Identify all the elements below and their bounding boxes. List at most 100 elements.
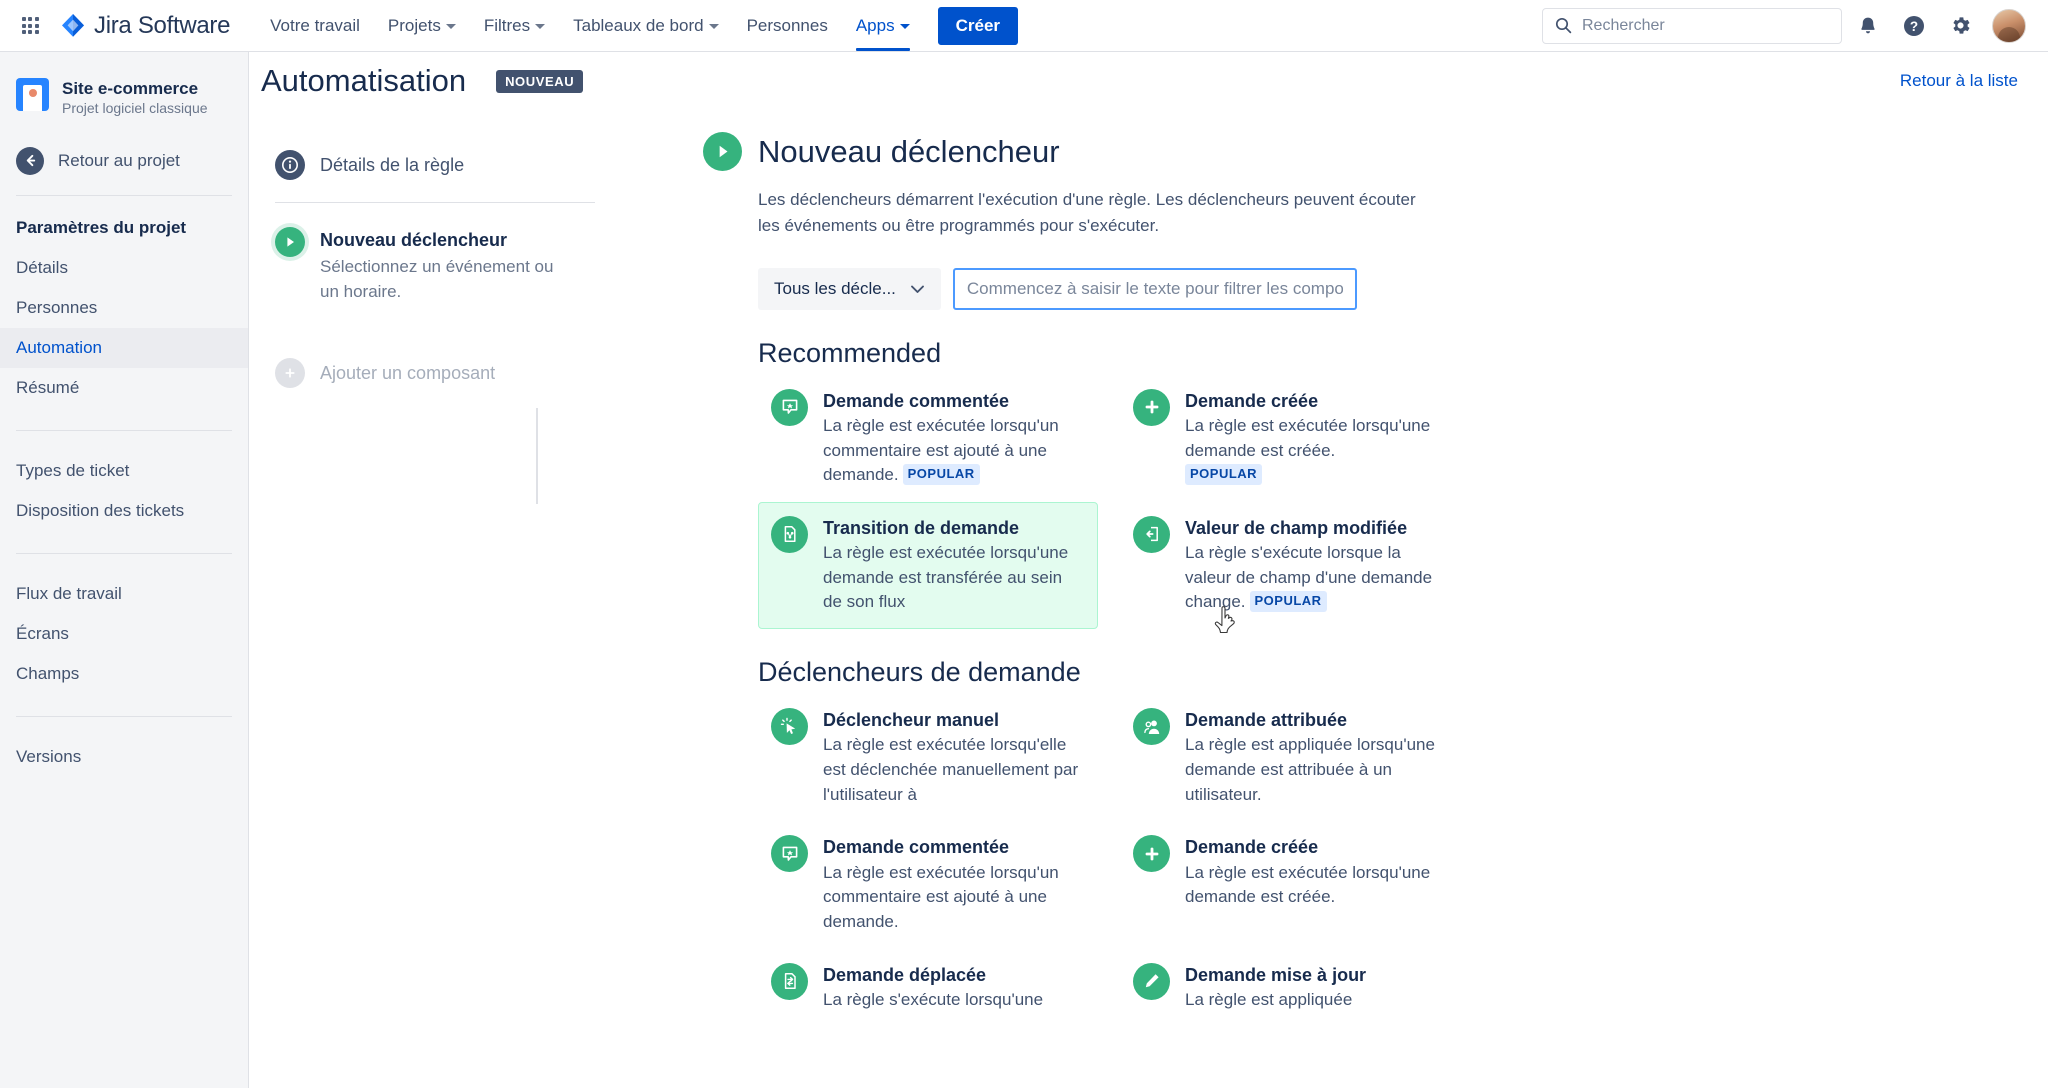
nav-item-projets[interactable]: Projets [374, 0, 470, 51]
nav-item-filtres[interactable]: Filtres [470, 0, 559, 51]
trigger-card-demande-commentee[interactable]: Demande commentée La règle est exécutée … [758, 375, 1098, 502]
trigger-card-transition-de-demande[interactable]: Transition de demande La règle est exécu… [758, 501, 1098, 630]
nav-item-personnes[interactable]: Personnes [733, 0, 842, 51]
sidebar-item-flux-de-travail[interactable]: Flux de travail [0, 574, 248, 614]
back-to-project-link[interactable]: Retour au projet [0, 133, 248, 193]
section-heading-recommended: Recommended [758, 337, 942, 368]
brand-name: Jira Software [94, 11, 231, 39]
jira-brand-home-link[interactable]: Jira Software [54, 8, 236, 44]
sidebar-item-versions[interactable]: Versions [0, 737, 248, 777]
nav-right-actions: Rechercher ? [1542, 6, 2034, 46]
settings-gear-button[interactable] [1940, 6, 1980, 46]
new-badge: NOUVEAU [496, 69, 584, 93]
trigger-card-description: La règle s'exécute lorsque la valeur de … [1185, 543, 1433, 613]
request-triggers-cards-grid: Déclencheur manuel La règle est exécutée… [758, 694, 2048, 1026]
project-sidebar: Site e-commerce Projet logiciel classiqu… [0, 52, 249, 1088]
assignee-icon [1133, 708, 1170, 746]
sidebar-item-types-de-ticket[interactable]: Types de ticket [0, 451, 248, 491]
nav-item-label: Apps [855, 15, 895, 35]
jira-logo-icon [60, 13, 86, 39]
notifications-button[interactable] [1848, 6, 1888, 46]
sidebar-gap-2 [0, 431, 248, 451]
sidebar-item-disposition-des-tickets[interactable]: Disposition des tickets [0, 491, 248, 531]
sidebar-item-automation[interactable]: Automation [0, 327, 248, 368]
trigger-card-description: La règle est exécutée lorsqu'une demande… [1185, 862, 1431, 907]
back-to-project-label: Retour au projet [58, 150, 180, 170]
plus-icon [1133, 388, 1170, 426]
sidebar-item-resume[interactable]: Résumé [0, 368, 248, 408]
back-to-list-link[interactable]: Retour à la liste [1900, 71, 2018, 91]
info-icon [275, 150, 305, 180]
trigger-card-title: Demande créée [1185, 837, 1319, 858]
search-icon [1555, 17, 1572, 34]
trigger-card-description: La règle est exécutée lorsqu'une demande… [823, 543, 1069, 612]
chevron-down-icon [445, 24, 456, 29]
move-icon [771, 962, 808, 1000]
trigger-card-title: Déclencheur manuel [823, 710, 1000, 731]
rule-details-row[interactable]: Détails de la règle [261, 138, 690, 192]
trigger-card-description: La règle est exécutée lorsqu'un commenta… [823, 862, 1059, 931]
rule-trigger-title: Nouveau déclencheur [320, 230, 508, 250]
trigger-card-title: Demande créée [1185, 390, 1319, 411]
nav-item-votre-travail[interactable]: Votre travail [256, 0, 374, 51]
sidebar-gap-4 [0, 554, 248, 574]
trigger-card-description: La règle est exécutée lorsqu'elle est dé… [823, 735, 1079, 804]
sidebar-item-ecrans[interactable]: Écrans [0, 614, 248, 654]
trigger-card-title: Demande commentée [823, 390, 1010, 411]
chevron-down-icon [899, 24, 910, 29]
trigger-card-description: La règle est exécutée lorsqu'une demande… [1185, 414, 1447, 488]
page-header: Automatisation NOUVEAU Retour à la liste [249, 52, 2048, 110]
trigger-card-valeur-de-champ-modifiee[interactable]: Valeur de champ modifiée La règle s'exéc… [1120, 502, 1460, 629]
global-search-box[interactable]: Rechercher [1542, 7, 1842, 44]
project-type: Projet logiciel classique [62, 100, 208, 117]
create-button[interactable]: Créer [937, 6, 1019, 45]
play-trigger-icon [275, 227, 305, 257]
trigger-card-declencheur-manuel[interactable]: Déclencheur manuel La règle est exécutée… [758, 694, 1098, 821]
trigger-card-demande-creee-2[interactable]: Demande créée La règle est exécutée lors… [1120, 821, 1460, 948]
pencil-icon [1133, 962, 1170, 1000]
sidebar-section-title: Paramètres du projet [16, 217, 187, 237]
project-header[interactable]: Site e-commerce Projet logiciel classiqu… [0, 52, 248, 133]
recommended-cards-grid: Demande commentée La règle est exécutée … [758, 375, 2048, 630]
trigger-card-description: La règle est exécutée lorsqu'un commenta… [823, 415, 1059, 486]
comment-icon [771, 835, 808, 873]
nav-item-apps[interactable]: Apps [842, 0, 924, 51]
top-navigation-bar: Jira Software Votre travail Projets Filt… [0, 0, 2048, 52]
component-filter-input[interactable] [952, 267, 1357, 310]
sidebar-item-champs[interactable]: Champs [0, 654, 248, 694]
rule-connector-line [536, 408, 538, 504]
rule-panel-divider [275, 202, 595, 203]
add-component-label: Ajouter un composant [320, 363, 496, 384]
chevron-down-icon [708, 24, 719, 29]
user-avatar[interactable] [1992, 8, 2026, 43]
play-trigger-icon [703, 132, 742, 171]
help-button[interactable]: ? [1894, 6, 1934, 46]
rule-trigger-row[interactable]: Nouveau déclencheur Sélectionnez un évén… [261, 215, 690, 316]
project-avatar-icon [16, 78, 49, 111]
trigger-card-demande-deplacee[interactable]: Demande déplacée La règle s'exécute lors… [758, 949, 1098, 1027]
trigger-card-demande-mise-a-jour[interactable]: Demande mise à jour La règle est appliqu… [1120, 949, 1460, 1027]
search-input[interactable]: Rechercher [1582, 17, 1665, 35]
section-heading-declencheurs-de-demande: Déclencheurs de demande [758, 657, 1081, 688]
svg-text:?: ? [1910, 19, 1918, 34]
sidebar-gap-3 [0, 531, 248, 551]
sidebar-item-personnes[interactable]: Personnes [0, 288, 248, 328]
trigger-category-select[interactable]: Tous les décle... [758, 267, 941, 310]
trigger-picker-main: Nouveau déclencheur Les déclencheurs dém… [690, 110, 2048, 1088]
manual-click-icon [771, 708, 808, 746]
comment-icon [771, 388, 808, 426]
nav-item-label: Filtres [483, 15, 531, 35]
app-switcher-icon[interactable] [14, 10, 46, 42]
arrow-left-icon [16, 146, 44, 175]
trigger-card-demande-commentee-2[interactable]: Demande commentée La règle est exécutée … [758, 821, 1098, 948]
popular-badge: POPULAR [1185, 464, 1263, 486]
nav-item-tableaux-de-bord[interactable]: Tableaux de bord [559, 0, 732, 51]
sidebar-item-details[interactable]: Détails [0, 248, 248, 288]
trigger-card-title: Demande attribuée [1185, 710, 1348, 731]
trigger-card-demande-attribuee[interactable]: Demande attribuée La règle est appliquée… [1120, 694, 1460, 821]
trigger-card-demande-creee[interactable]: Demande créée La règle est exécutée lors… [1120, 375, 1460, 502]
sidebar-gap-6 [0, 717, 248, 737]
trigger-category-value: Tous les décle... [774, 278, 896, 298]
chevron-down-icon [535, 24, 546, 29]
add-component-row[interactable]: Ajouter un composant [261, 346, 690, 400]
